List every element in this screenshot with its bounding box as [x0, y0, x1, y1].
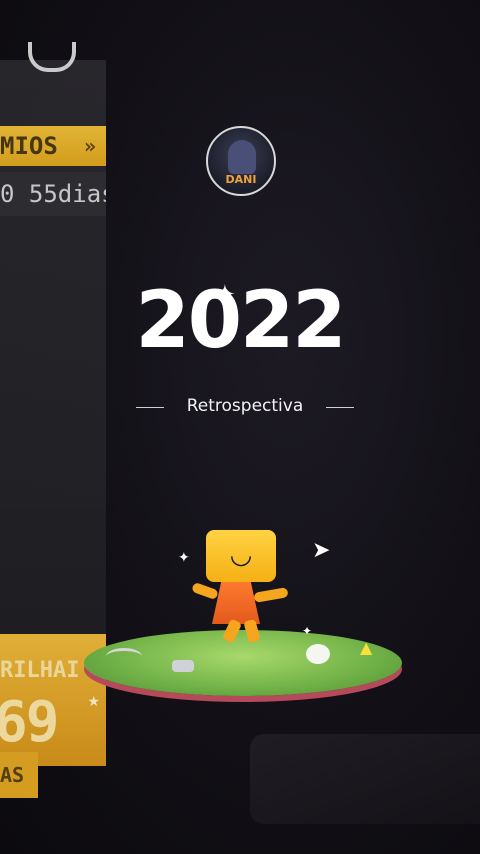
avatar-figure	[228, 140, 256, 174]
mascot-head: ◡	[206, 530, 276, 582]
mascot-body	[212, 580, 260, 624]
rock-icon	[172, 660, 194, 672]
background-card	[250, 734, 480, 824]
avatar-name: DANI	[225, 173, 257, 186]
back-icon[interactable]	[28, 42, 76, 72]
trilha-value: 69	[0, 690, 59, 755]
trilha-label: RILHAI	[0, 658, 80, 683]
mascot-illustration: ◡ ➤ ✦ ✦ ▲	[80, 520, 410, 710]
recap-subtitle: Retrospectiva	[186, 396, 304, 416]
fence-icon	[106, 648, 142, 665]
mascot-arm	[191, 581, 219, 601]
recap-subtitle-row: Retrospectiva	[136, 396, 354, 420]
premios-tab[interactable]: MIOS »	[0, 126, 106, 166]
divider-line	[326, 407, 354, 408]
chick-icon	[306, 644, 330, 664]
sparkle-icon: ✦	[214, 280, 236, 310]
flag-icon: ▲	[360, 638, 373, 657]
premios-label: MIOS	[0, 132, 58, 160]
recap-year: 2022	[135, 276, 346, 366]
smile-icon: ◡	[229, 540, 253, 570]
chevron-down-icon: »	[83, 134, 96, 158]
profile-avatar[interactable]: DANI	[206, 126, 276, 196]
paper-plane-icon: ➤	[312, 538, 331, 563]
sparkle-icon: ✦	[302, 624, 313, 638]
side-tab[interactable]: AS	[0, 752, 38, 798]
divider-line	[136, 407, 164, 408]
days-remaining: 0 55dias	[0, 172, 106, 216]
sparkle-icon: ✦	[178, 550, 190, 566]
mascot-arm	[253, 587, 289, 603]
